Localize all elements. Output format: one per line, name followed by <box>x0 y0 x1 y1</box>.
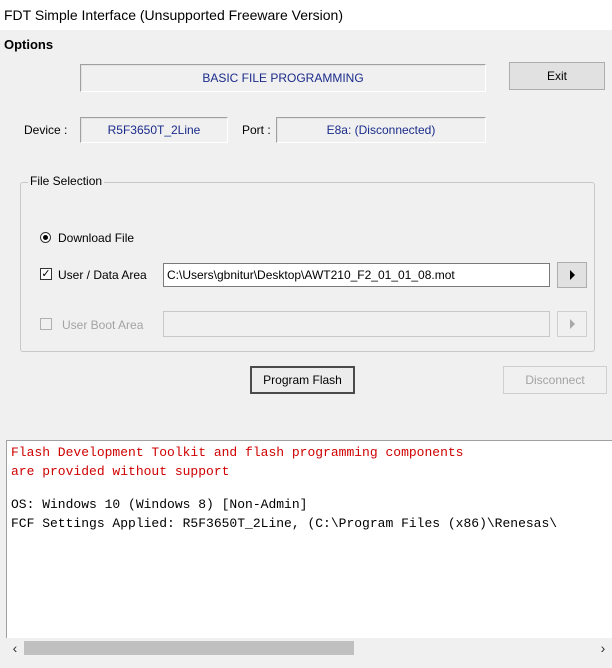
download-file-label[interactable]: Download File <box>58 231 134 245</box>
device-label: Device : <box>24 123 68 137</box>
log-output[interactable]: Flash Development Toolkit and flash prog… <box>6 440 612 658</box>
checkmark-icon: ✓ <box>41 268 51 280</box>
play-arrow-icon <box>569 270 575 280</box>
user-boot-area-browse-button[interactable] <box>557 311 587 337</box>
user-data-area-checkbox[interactable]: ✓ <box>40 268 52 280</box>
scroll-right-icon[interactable]: › <box>594 638 612 658</box>
program-flash-button[interactable]: Program Flash <box>250 366 355 394</box>
user-data-area-path-field[interactable]: C:\Users\gbnitur\Desktop\AWT210_F2_01_01… <box>163 263 550 287</box>
port-value: E8a: (Disconnected) <box>276 117 486 143</box>
user-data-area-browse-button[interactable] <box>557 262 587 288</box>
radio-selected-dot <box>43 235 48 240</box>
scrollbar-thumb[interactable] <box>24 641 354 655</box>
user-data-area-label[interactable]: User / Data Area <box>58 268 147 282</box>
window-title: FDT Simple Interface (Unsupported Freewa… <box>0 0 612 30</box>
log-line: Flash Development Toolkit and flash prog… <box>11 445 464 460</box>
disconnect-button[interactable]: Disconnect <box>503 366 607 394</box>
program-flash-button-label: Program Flash <box>263 373 342 387</box>
log-line: are provided without support <box>11 464 230 479</box>
disconnect-button-label: Disconnect <box>525 373 585 387</box>
port-label: Port : <box>242 123 271 137</box>
user-boot-area-checkbox[interactable] <box>40 318 52 330</box>
log-line: OS: Windows 10 (Windows 8) [Non-Admin] <box>11 497 308 512</box>
device-value: R5F3650T_2Line <box>80 117 228 143</box>
exit-button-label: Exit <box>546 69 567 83</box>
port-value-text: E8a: (Disconnected) <box>326 123 436 137</box>
device-value-text: R5F3650T_2Line <box>107 123 201 137</box>
log-horizontal-scrollbar[interactable]: ‹ › <box>6 638 612 658</box>
user-boot-area-label[interactable]: User Boot Area <box>62 318 143 332</box>
mode-banner: BASIC FILE PROGRAMMING <box>80 64 486 92</box>
mode-banner-label: BASIC FILE PROGRAMMING <box>202 71 364 85</box>
log-line: FCF Settings Applied: R5F3650T_2Line, (C… <box>11 516 558 531</box>
scroll-left-icon[interactable]: ‹ <box>6 638 24 658</box>
user-boot-area-path-field[interactable] <box>163 311 550 337</box>
play-arrow-icon <box>569 319 575 329</box>
download-file-radio[interactable] <box>40 232 51 243</box>
exit-button[interactable]: Exit <box>509 62 605 90</box>
menu-options[interactable]: Options <box>0 34 53 56</box>
file-selection-title: File Selection <box>28 174 105 188</box>
